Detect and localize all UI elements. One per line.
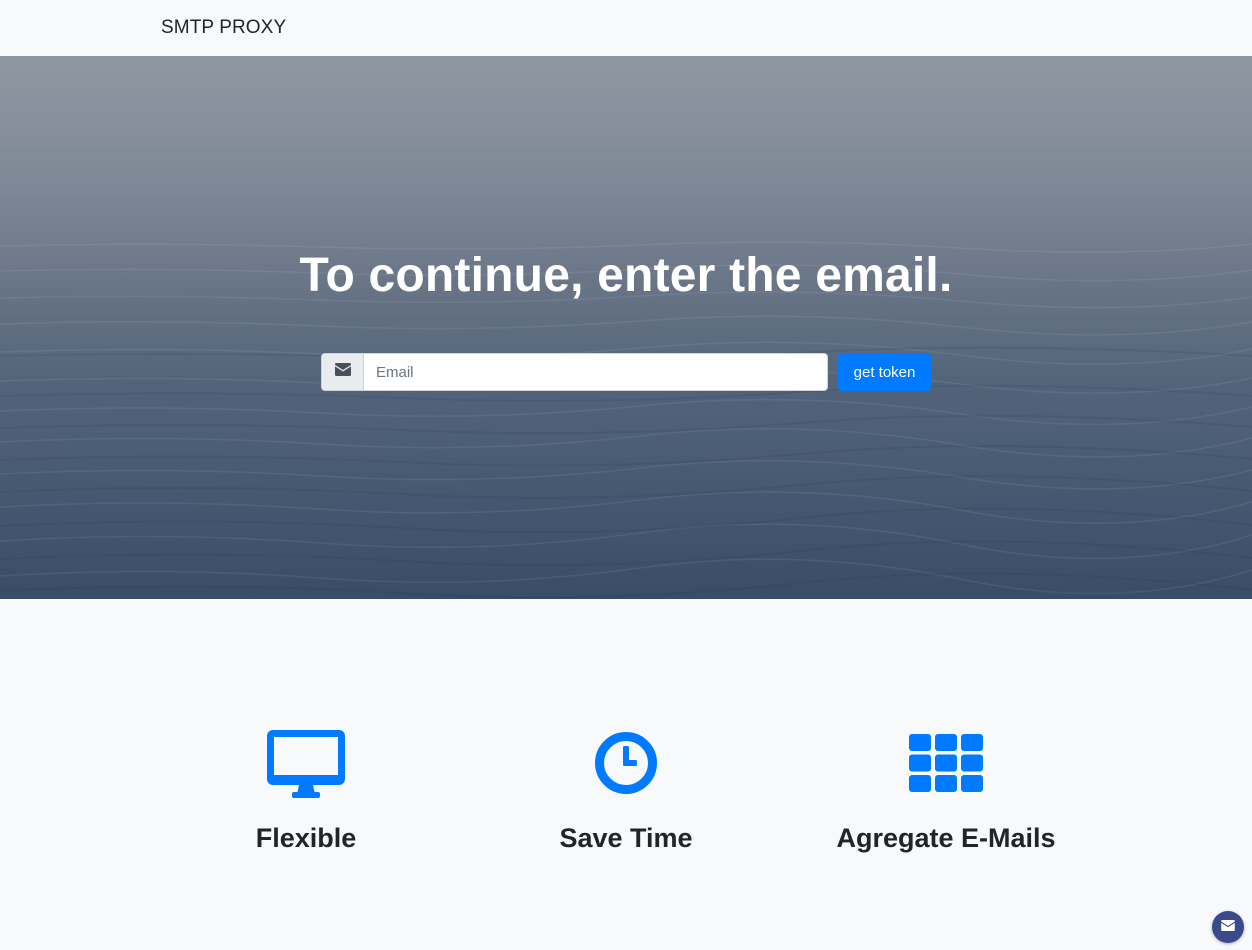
- navbar: SMTP PROXY: [0, 0, 1252, 56]
- envelope-icon: [334, 363, 351, 381]
- get-token-button[interactable]: get token: [838, 353, 931, 391]
- feature-save-time: Save Time: [466, 725, 786, 855]
- email-input[interactable]: [363, 353, 828, 391]
- hero-section: To continue, enter the email. get token: [0, 56, 1252, 599]
- hero-title: To continue, enter the email.: [299, 249, 953, 302]
- feature-agregate-emails: Agregate E-Mails: [786, 725, 1106, 855]
- grid-icon: [909, 733, 983, 797]
- envelope-icon: [1221, 918, 1235, 936]
- feature-title: Save Time: [559, 823, 693, 853]
- email-input-group: [321, 353, 828, 391]
- navbar-brand[interactable]: SMTP PROXY: [161, 16, 286, 40]
- hero-background-image: [0, 56, 1252, 599]
- floating-contact-button[interactable]: [1212, 911, 1244, 943]
- desktop-icon: [266, 728, 346, 803]
- feature-flexible: Flexible: [146, 725, 466, 855]
- feature-title: Agregate E-Mails: [836, 823, 1056, 853]
- clock-icon: [594, 731, 658, 800]
- feature-title: Flexible: [255, 823, 357, 853]
- email-input-prepend: [321, 353, 363, 391]
